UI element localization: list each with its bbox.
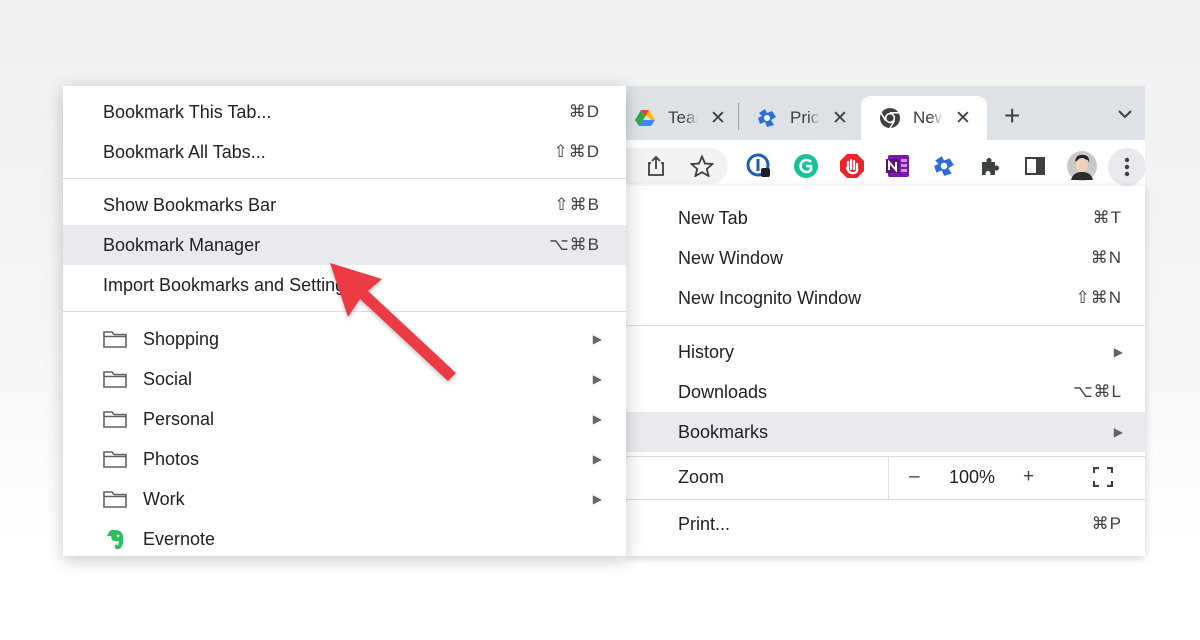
bookmark-folder-social[interactable]: Social ▶ [63, 359, 626, 399]
close-tab-icon[interactable]: ✕ [955, 107, 971, 130]
bookmark-folder-work[interactable]: Work ▶ [63, 479, 626, 519]
close-tab-icon[interactable]: ✕ [832, 107, 848, 130]
google-drive-icon [634, 107, 656, 129]
side-panel-icon[interactable] [1021, 152, 1049, 180]
menu-item-label: New Incognito Window [678, 287, 862, 308]
submenu-arrow-icon: ▶ [1113, 425, 1123, 439]
menu-item-label: New Tab [678, 207, 748, 228]
share-icon[interactable] [642, 152, 670, 180]
shortcut-label: ⌘D [568, 102, 600, 121]
menu-item-downloads[interactable]: Downloads ⌥⌘L [626, 372, 1145, 412]
zoom-label: Zoom [678, 467, 725, 487]
menu-divider [63, 311, 626, 312]
menu-item-label: Downloads [678, 381, 768, 402]
zoom-row: Zoom – 100% + [626, 456, 1145, 499]
fullscreen-icon[interactable] [1092, 466, 1114, 488]
three-dot-menu-icon[interactable] [1108, 148, 1145, 186]
tab-team[interactable]: Team ✕ [634, 96, 726, 140]
submenu-arrow-icon: ▶ [592, 332, 602, 346]
bookmark-all-tabs-item[interactable]: Bookmark All Tabs... ⇧⌘D [63, 132, 626, 172]
menu-item-label: New Window [678, 247, 784, 268]
menu-item-label: History [678, 341, 735, 362]
submenu-arrow-icon: ▶ [1113, 345, 1123, 359]
shortcut-label: ⌘P [1091, 514, 1122, 533]
menu-item-new-tab[interactable]: New Tab ⌘T [626, 198, 1145, 238]
bookmark-evernote[interactable]: Evernote [63, 519, 626, 556]
folder-label: Shopping [143, 328, 220, 349]
tab-divider [738, 103, 739, 130]
grammarly-icon[interactable] [792, 152, 820, 180]
shortcut-label: ⌥⌘B [549, 235, 600, 254]
folder-icon [103, 370, 127, 388]
tab-title: New Tab [913, 108, 943, 127]
menu-item-print[interactable]: Print... ⌘P [626, 504, 1145, 544]
bookmark-manager-item[interactable]: Bookmark Manager ⌥⌘B [63, 225, 626, 265]
evernote-elephant-icon [103, 528, 127, 550]
menu-divider [63, 178, 626, 179]
extension-puzzle-blue-icon[interactable] [930, 152, 958, 180]
zoom-controls: – 100% + [888, 456, 1146, 499]
folder-icon [103, 490, 127, 508]
tab-title: Pricing [790, 108, 820, 127]
extension-puzzle-blue-icon [756, 107, 778, 129]
folder-icon [103, 410, 127, 428]
bookmark-folder-photos[interactable]: Photos ▶ [63, 439, 626, 479]
new-tab-plus-icon[interactable]: + [1004, 100, 1020, 132]
chrome-icon [879, 107, 901, 129]
extensions-puzzle-icon[interactable] [976, 152, 1004, 180]
1password-icon[interactable] [745, 152, 773, 180]
menu-item-label: Bookmark Manager [103, 234, 261, 255]
bookmark-this-tab-item[interactable]: Bookmark This Tab... ⌘D [63, 92, 626, 132]
bookmark-folder-personal[interactable]: Personal ▶ [63, 399, 626, 439]
menu-item-label: Print... [678, 513, 731, 534]
tab-title: Team [668, 108, 698, 127]
menu-divider [626, 499, 1145, 500]
shortcut-label: ⌘T [1092, 208, 1122, 227]
onenote-icon[interactable] [884, 152, 912, 180]
chevron-down-icon[interactable] [1117, 107, 1133, 125]
folder-label: Work [143, 488, 185, 509]
submenu-arrow-icon: ▶ [592, 492, 602, 506]
tab-strip: Team ✕ Pricing ✕ New Tab ✕ + [600, 86, 1145, 140]
submenu-arrow-icon: ▶ [592, 372, 602, 386]
shortcut-label: ⌥⌘L [1072, 382, 1122, 401]
folder-label: Social [143, 368, 193, 389]
zoom-level: 100% [949, 467, 996, 487]
folder-label: Photos [143, 448, 200, 469]
show-bookmarks-bar-item[interactable]: Show Bookmarks Bar ⇧⌘B [63, 185, 626, 225]
menu-item-label: Show Bookmarks Bar [103, 194, 277, 215]
toolbar [600, 140, 1145, 190]
tab-new-tab[interactable]: New Tab ✕ [861, 96, 987, 140]
profile-avatar[interactable] [1066, 150, 1098, 182]
shortcut-label: ⇧⌘N [1075, 288, 1122, 307]
menu-item-new-window[interactable]: New Window ⌘N [626, 238, 1145, 278]
menu-item-history[interactable]: History ▶ [626, 332, 1145, 372]
menu-item-bookmarks[interactable]: Bookmarks ▶ [626, 412, 1145, 452]
folder-icon [103, 330, 127, 348]
submenu-arrow-icon: ▶ [592, 452, 602, 466]
menu-item-new-incognito-window[interactable]: New Incognito Window ⇧⌘N [626, 278, 1145, 318]
menu-item-label: Bookmark This Tab... [103, 101, 272, 122]
zoom-in-button[interactable]: + [1023, 466, 1034, 488]
bookmark-folder-shopping[interactable]: Shopping ▶ [63, 319, 626, 359]
menu-item-label: Import Bookmarks and Settings... [103, 274, 370, 295]
menu-item-label: Bookmark All Tabs... [103, 141, 266, 162]
chrome-main-menu: New Tab ⌘T New Window ⌘N New Incognito W… [626, 186, 1145, 556]
bookmarks-submenu: Bookmark This Tab... ⌘D Bookmark All Tab… [63, 86, 626, 556]
folder-icon [103, 450, 127, 468]
shortcut-label: ⌘N [1090, 248, 1122, 267]
adblock-icon[interactable] [838, 152, 866, 180]
menu-item-label: Bookmarks [678, 421, 769, 442]
folder-label: Personal [143, 408, 215, 429]
tab-pricing[interactable]: Pricing ✕ [756, 96, 848, 140]
shortcut-label: ⇧⌘D [553, 142, 600, 161]
bookmark-label: Evernote [143, 528, 216, 549]
submenu-arrow-icon: ▶ [592, 412, 602, 426]
import-bookmarks-item[interactable]: Import Bookmarks and Settings... [63, 265, 626, 305]
shortcut-label: ⇧⌘B [554, 195, 600, 214]
close-tab-icon[interactable]: ✕ [710, 107, 726, 130]
star-icon[interactable] [688, 152, 716, 180]
zoom-out-button[interactable]: – [909, 466, 920, 488]
menu-divider [626, 325, 1145, 326]
